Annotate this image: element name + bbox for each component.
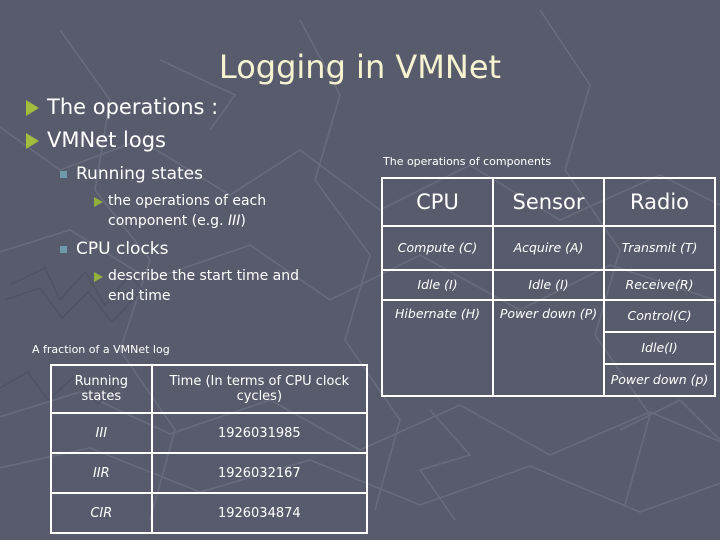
log-cell-time: 1926032167: [150, 452, 369, 494]
table-row: Idle (I) Idle (I) Receive(R): [381, 269, 716, 301]
triangle-bullet-icon: [26, 133, 39, 149]
square-bullet-icon: [60, 246, 67, 253]
bullet-level3-describe-times: describe the start time and end time: [94, 266, 376, 306]
ops-cell-radio-receive: Receive(R): [603, 269, 716, 301]
ops-header-radio: Radio: [603, 177, 716, 227]
table-header-row: Running states Time (In terms of CPU clo…: [50, 364, 369, 414]
bullet-level2-running-states-label: Running states: [76, 164, 203, 184]
log-header-running-states: Running states: [50, 364, 153, 414]
ops-cell-cpu-idle: Idle (I): [381, 269, 494, 301]
triangle-bullet-icon: [94, 197, 103, 207]
table-row: Compute (C) Acquire (A) Transmit (T): [381, 225, 716, 271]
ops-cell-radio-control: Control(C): [603, 299, 716, 333]
bullet-level1-operations-label: The operations :: [47, 95, 219, 119]
bullet-level1-operations: The operations :: [26, 92, 376, 123]
log-table-caption: A fraction of a VMNet log: [32, 343, 170, 356]
ops-cell-radio-transmit: Transmit (T): [603, 225, 716, 271]
table-row: III 1926031985: [50, 412, 369, 454]
bullet-level3-operations-each-component: the operations of each component (e.g. I…: [94, 191, 376, 231]
log-cell-state: IIR: [50, 452, 153, 494]
ops-header-cpu: CPU: [381, 177, 494, 227]
table-row: Hibernate (H) Power down (P) Control(C): [381, 299, 716, 397]
page-title: Logging in VMNet: [218, 48, 502, 86]
log-cell-state: CIR: [50, 492, 153, 534]
bullet-outline: The operations : VMNet logs Running stat…: [26, 92, 376, 306]
ops-cell-sensor-power-down: Power down (P): [492, 299, 605, 397]
log-cell-state: III: [50, 412, 153, 454]
triangle-bullet-icon: [26, 100, 39, 116]
table-row: CIR 1926034874: [50, 492, 369, 534]
ops-cell-sensor-idle: Idle (I): [492, 269, 605, 301]
log-cell-time: 1926034874: [150, 492, 369, 534]
bullet-level3-operations-each-component-label: the operations of each component (e.g. I…: [108, 191, 318, 231]
ops-cell-sensor-acquire: Acquire (A): [492, 225, 605, 271]
ops-cell-radio-idle: Idle(I): [603, 331, 716, 365]
bullet-level1-vmnet-logs: VMNet logs: [26, 125, 376, 156]
bullet-level2-cpu-clocks-label: CPU clocks: [76, 239, 169, 259]
log-header-time: Time (In terms of CPU clock cycles): [150, 364, 369, 414]
ops-table-caption: The operations of components: [383, 155, 552, 168]
square-bullet-icon: [60, 171, 67, 178]
bullet-level2-running-states: Running states: [60, 161, 376, 188]
bullet-level2-cpu-clocks: CPU clocks: [60, 236, 376, 263]
triangle-bullet-icon: [94, 272, 103, 282]
bullet-level3-a-emphasis: III: [227, 213, 241, 229]
ops-cell-cpu-hibernate: Hibernate (H): [381, 299, 494, 397]
ops-cell-cpu-compute: Compute (C): [381, 225, 494, 271]
ops-cell-radio-power-down: Power down (p): [603, 363, 716, 397]
bullet-level3-describe-times-label: describe the start time and end time: [108, 268, 299, 304]
ops-header-sensor: Sensor: [492, 177, 605, 227]
bullet-level1-vmnet-logs-label: VMNet logs: [47, 128, 166, 152]
table-header-row: CPU Sensor Radio: [381, 177, 716, 227]
bullet-level3-a-post: ): [240, 213, 246, 229]
log-cell-time: 1926031985: [150, 412, 369, 454]
table-row: IIR 1926032167: [50, 452, 369, 494]
log-table: Running states Time (In terms of CPU clo…: [50, 364, 369, 534]
operations-table: CPU Sensor Radio Compute (C) Acquire (A)…: [381, 177, 716, 397]
